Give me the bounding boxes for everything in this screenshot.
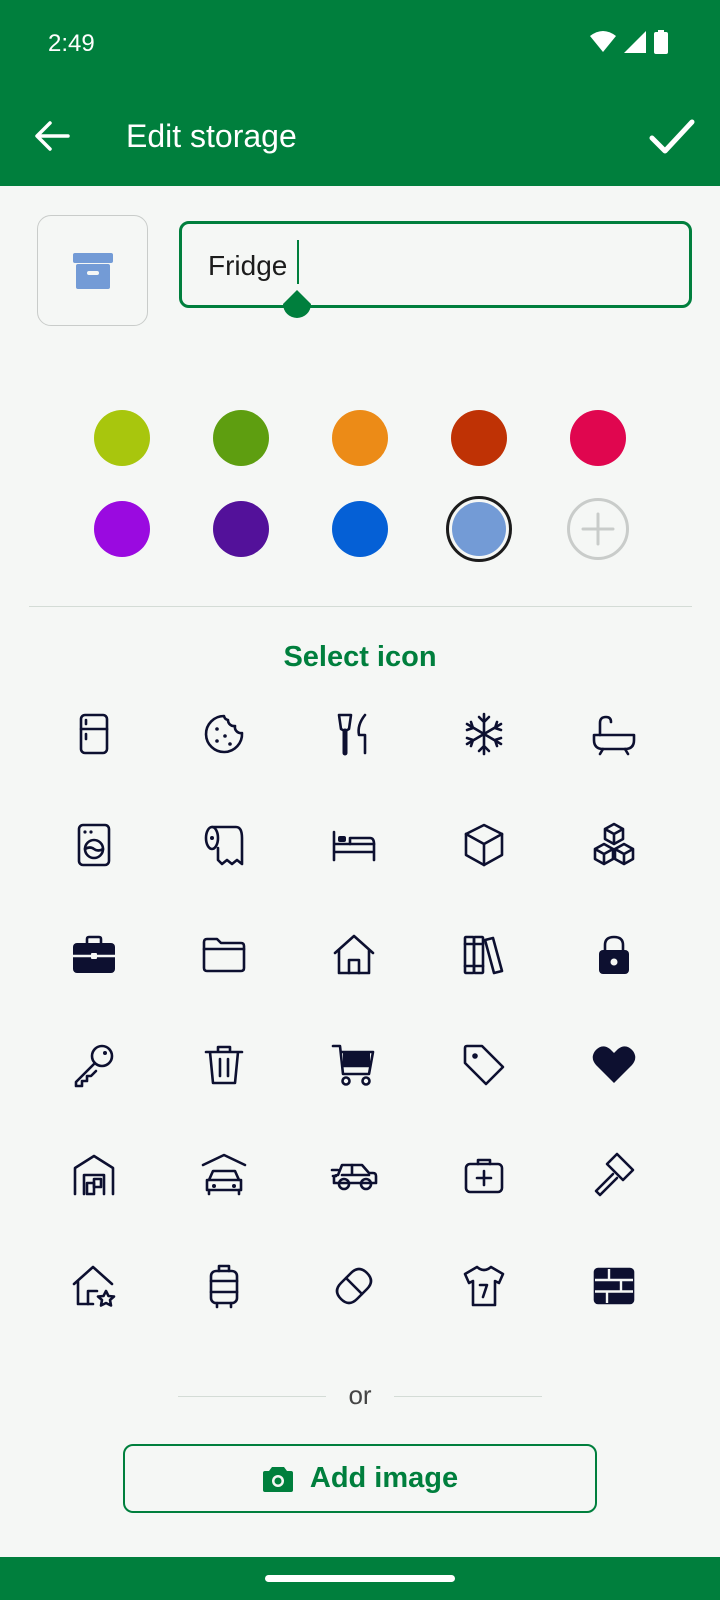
tag-icon bbox=[463, 1044, 505, 1086]
icon-option[interactable] bbox=[584, 1256, 644, 1316]
system-nav-bar bbox=[0, 1557, 720, 1600]
briefcase-icon bbox=[73, 935, 115, 973]
box-icon bbox=[464, 823, 504, 867]
status-time: 2:49 bbox=[48, 30, 95, 57]
icon-option[interactable] bbox=[584, 925, 644, 985]
hammer-icon bbox=[594, 1152, 635, 1197]
bathtub-icon bbox=[592, 715, 636, 756]
color-swatch[interactable] bbox=[213, 410, 269, 466]
icon-option[interactable] bbox=[194, 815, 254, 875]
color-swatch-selected[interactable] bbox=[446, 496, 512, 562]
icon-option[interactable] bbox=[454, 1256, 514, 1316]
select-icon-heading: Select icon bbox=[283, 641, 437, 673]
cart-icon bbox=[331, 1044, 375, 1086]
snowflake-icon bbox=[465, 712, 503, 756]
garage-icon bbox=[201, 1153, 247, 1196]
divider bbox=[29, 606, 692, 607]
back-arrow-icon[interactable] bbox=[28, 112, 76, 160]
pill-icon bbox=[335, 1267, 373, 1305]
icon-option[interactable] bbox=[64, 925, 124, 985]
wifi-icon bbox=[590, 31, 616, 52]
icon-option[interactable] bbox=[64, 704, 124, 764]
add-image-button[interactable]: Add image bbox=[123, 1444, 597, 1513]
icon-option[interactable] bbox=[324, 1035, 384, 1095]
icon-option[interactable] bbox=[324, 1256, 384, 1316]
text-selection-handle[interactable] bbox=[278, 290, 316, 328]
text-cursor bbox=[297, 240, 299, 284]
icon-option[interactable] bbox=[194, 1035, 254, 1095]
trash-icon bbox=[204, 1045, 244, 1085]
icon-option[interactable] bbox=[64, 1145, 124, 1205]
icon-option[interactable] bbox=[584, 1035, 644, 1095]
icon-option[interactable] bbox=[64, 815, 124, 875]
icon-option[interactable] bbox=[64, 1256, 124, 1316]
first-aid-kit-icon bbox=[464, 1158, 504, 1194]
boxes-icon bbox=[593, 822, 635, 866]
cookie-icon bbox=[204, 714, 244, 754]
app-bar: Edit storage bbox=[0, 90, 720, 186]
color-swatch[interactable] bbox=[332, 410, 388, 466]
folder-icon bbox=[202, 937, 246, 973]
icon-option[interactable] bbox=[584, 1145, 644, 1205]
icon-option[interactable] bbox=[324, 1145, 384, 1205]
books-icon bbox=[463, 935, 504, 975]
icon-option[interactable] bbox=[454, 1145, 514, 1205]
color-swatch[interactable] bbox=[213, 501, 269, 557]
storage-name-input[interactable]: Fridge bbox=[179, 221, 692, 318]
heart-icon bbox=[592, 1046, 636, 1083]
add-color-button[interactable] bbox=[567, 498, 629, 560]
icon-preview[interactable] bbox=[37, 215, 148, 326]
icon-option[interactable] bbox=[454, 925, 514, 985]
icon-option[interactable] bbox=[454, 704, 514, 764]
icon-option[interactable] bbox=[454, 815, 514, 875]
camera-icon bbox=[262, 1466, 293, 1492]
car-side-icon bbox=[330, 1163, 378, 1191]
icon-option[interactable] bbox=[324, 704, 384, 764]
plus-icon bbox=[581, 512, 615, 546]
storage-name-value: Fridge bbox=[208, 250, 288, 281]
house-icon bbox=[333, 934, 375, 975]
key-icon bbox=[74, 1044, 114, 1088]
status-bar: 2:49 bbox=[0, 0, 720, 90]
icon-option[interactable] bbox=[324, 815, 384, 875]
battery-icon bbox=[654, 30, 668, 54]
icon-option[interactable] bbox=[584, 815, 644, 875]
or-label: or bbox=[348, 1380, 372, 1410]
signal-icon bbox=[624, 31, 646, 53]
icon-option[interactable] bbox=[584, 704, 644, 764]
fridge-icon bbox=[79, 713, 109, 755]
tshirt-icon bbox=[463, 1265, 505, 1307]
icon-option[interactable] bbox=[194, 1256, 254, 1316]
suitcase-icon bbox=[209, 1264, 239, 1309]
washing-machine-icon bbox=[77, 823, 111, 867]
icon-option[interactable] bbox=[454, 1035, 514, 1095]
icon-option[interactable] bbox=[194, 704, 254, 764]
bed-icon bbox=[332, 830, 376, 862]
color-swatch[interactable] bbox=[94, 410, 150, 466]
page-title: Edit storage bbox=[126, 118, 297, 154]
icon-option[interactable] bbox=[64, 1035, 124, 1095]
save-check-icon[interactable] bbox=[644, 108, 700, 164]
paper-towel-icon bbox=[204, 825, 244, 866]
archive-box-icon bbox=[72, 252, 113, 289]
color-swatch[interactable] bbox=[332, 501, 388, 557]
brick-wall-icon bbox=[593, 1267, 635, 1305]
icon-option[interactable] bbox=[324, 925, 384, 985]
warehouse-icon bbox=[73, 1154, 115, 1196]
icon-option[interactable] bbox=[194, 1145, 254, 1205]
color-swatch[interactable] bbox=[451, 410, 507, 466]
house-star-icon bbox=[72, 1265, 116, 1307]
home-gesture-handle[interactable] bbox=[265, 1575, 455, 1582]
utensils-icon bbox=[337, 713, 367, 756]
icon-option[interactable] bbox=[194, 925, 254, 985]
add-image-label: Add image bbox=[309, 1462, 459, 1494]
color-swatch[interactable] bbox=[570, 410, 626, 466]
lock-icon bbox=[599, 935, 629, 974]
color-swatch[interactable] bbox=[94, 501, 150, 557]
